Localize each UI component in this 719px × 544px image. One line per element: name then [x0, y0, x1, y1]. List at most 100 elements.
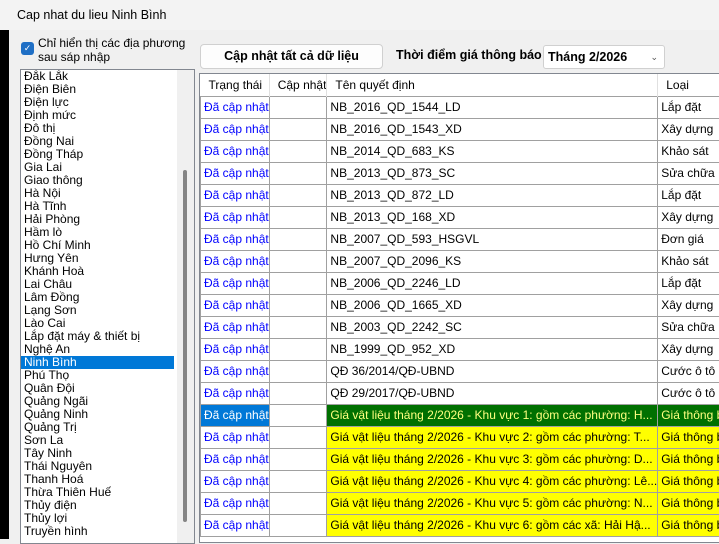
update-cell[interactable]	[269, 206, 327, 228]
name-cell[interactable]: NB_2016_QD_1543_XD	[327, 118, 658, 140]
status-cell[interactable]: Đã cập nhật	[201, 426, 270, 448]
header-status[interactable]: Trạng thái	[201, 74, 270, 96]
name-cell[interactable]: QĐ 36/2014/QĐ-UBND	[327, 360, 658, 382]
name-cell[interactable]: Giá vật liệu tháng 2/2026 - Khu vực 4: g…	[327, 470, 658, 492]
decision-table[interactable]: Trạng thái Cập nhật Tên quyết định Loại …	[199, 73, 719, 543]
table-row[interactable]: Đã cập nhật Giá vật liệu tháng 2/2026 - K…	[201, 470, 719, 492]
time-select[interactable]: Tháng 2/2026⌄	[543, 45, 665, 69]
update-cell[interactable]	[269, 316, 327, 338]
table-row[interactable]: Đã cập nhật NB_2014_QD_683_KSKhảo sát	[201, 140, 719, 162]
name-cell[interactable]: Giá vật liệu tháng 2/2026 - Khu vực 3: g…	[327, 448, 658, 470]
table-row[interactable]: Đã cập nhậtNB_2007_QD_593_HSGVLĐơn giá	[201, 228, 719, 250]
type-cell[interactable]: Khảo sát	[658, 140, 719, 162]
name-cell[interactable]: NB_2007_QD_2096_KS	[327, 250, 658, 272]
type-cell[interactable]: Giá thông báo	[658, 448, 719, 470]
type-cell[interactable]: Khảo sát	[658, 250, 719, 272]
update-cell[interactable]	[269, 272, 327, 294]
table-row[interactable]: Đã cập nhậtNB_2013_QD_872_LDLắp đặt	[201, 184, 719, 206]
type-cell[interactable]: Giá thông báo	[658, 426, 719, 448]
status-cell[interactable]: Đã cập nhật	[201, 118, 270, 140]
name-cell[interactable]: Giá vật liệu tháng 2/2026 - Khu vực 5: g…	[327, 492, 658, 514]
table-row[interactable]: Đã cập nhậtQĐ 29/2017/QĐ-UBNDCước ô tô	[201, 382, 719, 404]
header-type[interactable]: Loại	[658, 74, 719, 96]
header-update[interactable]: Cập nhật	[269, 74, 327, 96]
type-cell[interactable]: Sửa chữa	[658, 316, 719, 338]
name-cell[interactable]: NB_2006_QD_1665_XD	[327, 294, 658, 316]
update-all-button[interactable]: Cập nhật tất cả dữ liệu	[200, 44, 383, 69]
update-cell[interactable]	[269, 470, 327, 492]
type-cell[interactable]: Cước ô tô	[658, 382, 719, 404]
type-cell[interactable]: Lắp đặt	[658, 272, 719, 294]
status-cell[interactable]: Đã cập nhật	[201, 272, 270, 294]
status-cell[interactable]: Đã cập nhật	[201, 162, 270, 184]
type-cell[interactable]: Xây dựng	[658, 118, 719, 140]
status-cell[interactable]: Đã cập nhật	[201, 448, 270, 470]
status-cell[interactable]: Đã cập nhật	[201, 228, 270, 250]
update-cell[interactable]	[269, 492, 327, 514]
type-cell[interactable]: Giá thông báo	[658, 492, 719, 514]
name-cell[interactable]: NB_2013_QD_873_SC	[327, 162, 658, 184]
name-cell[interactable]: NB_2014_QD_683_KS	[327, 140, 658, 162]
update-cell[interactable]	[269, 294, 327, 316]
update-cell[interactable]	[269, 184, 327, 206]
table-row[interactable]: Đã cập nhật NB_2003_QD_2242_SCSửa chữa	[201, 316, 719, 338]
show-merged-label[interactable]: Chỉ hiển thị các địa phương sau sáp nhập	[38, 36, 198, 64]
status-cell[interactable]: Đã cập nhật	[201, 184, 270, 206]
status-cell[interactable]: Đã cập nhật	[201, 404, 270, 426]
type-cell[interactable]: Lắp đặt	[658, 96, 719, 118]
status-cell[interactable]: Đã cập nhật	[201, 206, 270, 228]
status-cell[interactable]: Đã cập nhật	[201, 96, 270, 118]
table-row[interactable]: Đã cập nhật Giá vật liệu tháng 2/2026 - K…	[201, 492, 719, 514]
status-cell[interactable]: Đã cập nhật	[201, 316, 270, 338]
type-cell[interactable]: Xây dựng	[658, 294, 719, 316]
update-cell[interactable]	[269, 514, 327, 536]
type-cell[interactable]: Cước ô tô	[658, 360, 719, 382]
table-row[interactable]: Đã cập nhật NB_2016_QD_1544_LDLắp đặt	[201, 96, 719, 118]
status-cell[interactable]: Đã cập nhật	[201, 382, 270, 404]
name-cell[interactable]: NB_2013_QD_168_XD	[327, 206, 658, 228]
type-cell[interactable]: Giá thông báo	[658, 404, 719, 426]
table-row[interactable]: Đã cập nhật Giá vật liệu tháng 2/2026 - K…	[201, 426, 719, 448]
status-cell[interactable]: Đã cập nhật	[201, 140, 270, 162]
name-cell[interactable]: Giá vật liệu tháng 2/2026 - Khu vực 1: g…	[327, 404, 658, 426]
status-cell[interactable]: Đã cập nhật	[201, 294, 270, 316]
update-cell[interactable]	[269, 360, 327, 382]
status-cell[interactable]: Đã cập nhật	[201, 360, 270, 382]
table-row[interactable]: Đã cập nhật NB_2016_QD_1543_XDXây dựng	[201, 118, 719, 140]
table-row[interactable]: Đã cập nhật Giá vật liệu tháng 2/2026 - K…	[201, 448, 719, 470]
table-row[interactable]: Đã cập nhật NB_2006_QD_2246_LDLắp đặt	[201, 272, 719, 294]
update-cell[interactable]	[269, 404, 327, 426]
name-cell[interactable]: Giá vật liệu tháng 2/2026 - Khu vực 2: g…	[327, 426, 658, 448]
show-merged-checkbox[interactable]: ✓	[21, 42, 34, 55]
status-cell[interactable]: Đã cập nhật	[201, 470, 270, 492]
table-row[interactable]: Đã cập nhật NB_2013_QD_168_XDXây dựng	[201, 206, 719, 228]
type-cell[interactable]: Xây dựng	[658, 206, 719, 228]
status-cell[interactable]: Đã cập nhật	[201, 514, 270, 536]
name-cell[interactable]: NB_2006_QD_2246_LD	[327, 272, 658, 294]
status-cell[interactable]: Đã cập nhật	[201, 250, 270, 272]
type-cell[interactable]: Đơn giá	[658, 228, 719, 250]
type-cell[interactable]: Giá thông báo	[658, 514, 719, 536]
list-scroll-thumb[interactable]	[183, 170, 187, 522]
name-cell[interactable]: NB_2013_QD_872_LD	[327, 184, 658, 206]
update-cell[interactable]	[269, 118, 327, 140]
update-cell[interactable]	[269, 140, 327, 162]
update-cell[interactable]	[269, 96, 327, 118]
type-cell[interactable]: Sửa chữa	[658, 162, 719, 184]
status-cell[interactable]: Đã cập nhật	[201, 492, 270, 514]
list-scrollbar[interactable]	[177, 70, 194, 543]
update-cell[interactable]	[269, 426, 327, 448]
update-cell[interactable]	[269, 228, 327, 250]
table-row[interactable]: Đã cập nhật Giá vật liệu tháng 2/2026 - K…	[201, 404, 719, 426]
name-cell[interactable]: NB_2016_QD_1544_LD	[327, 96, 658, 118]
name-cell[interactable]: Giá vật liệu tháng 2/2026 - Khu vực 6: g…	[327, 514, 658, 536]
name-cell[interactable]: NB_2003_QD_2242_SC	[327, 316, 658, 338]
table-row[interactable]: Đã cập nhật NB_2007_QD_2096_KSKhảo sát	[201, 250, 719, 272]
header-name[interactable]: Tên quyết định	[327, 74, 658, 96]
type-cell[interactable]: Xây dựng	[658, 338, 719, 360]
update-cell[interactable]	[269, 338, 327, 360]
update-cell[interactable]	[269, 250, 327, 272]
type-cell[interactable]: Giá thông báo	[658, 470, 719, 492]
table-row[interactable]: Đã cập nhật NB_2006_QD_1665_XDXây dựng	[201, 294, 719, 316]
name-cell[interactable]: NB_1999_QD_952_XD	[327, 338, 658, 360]
